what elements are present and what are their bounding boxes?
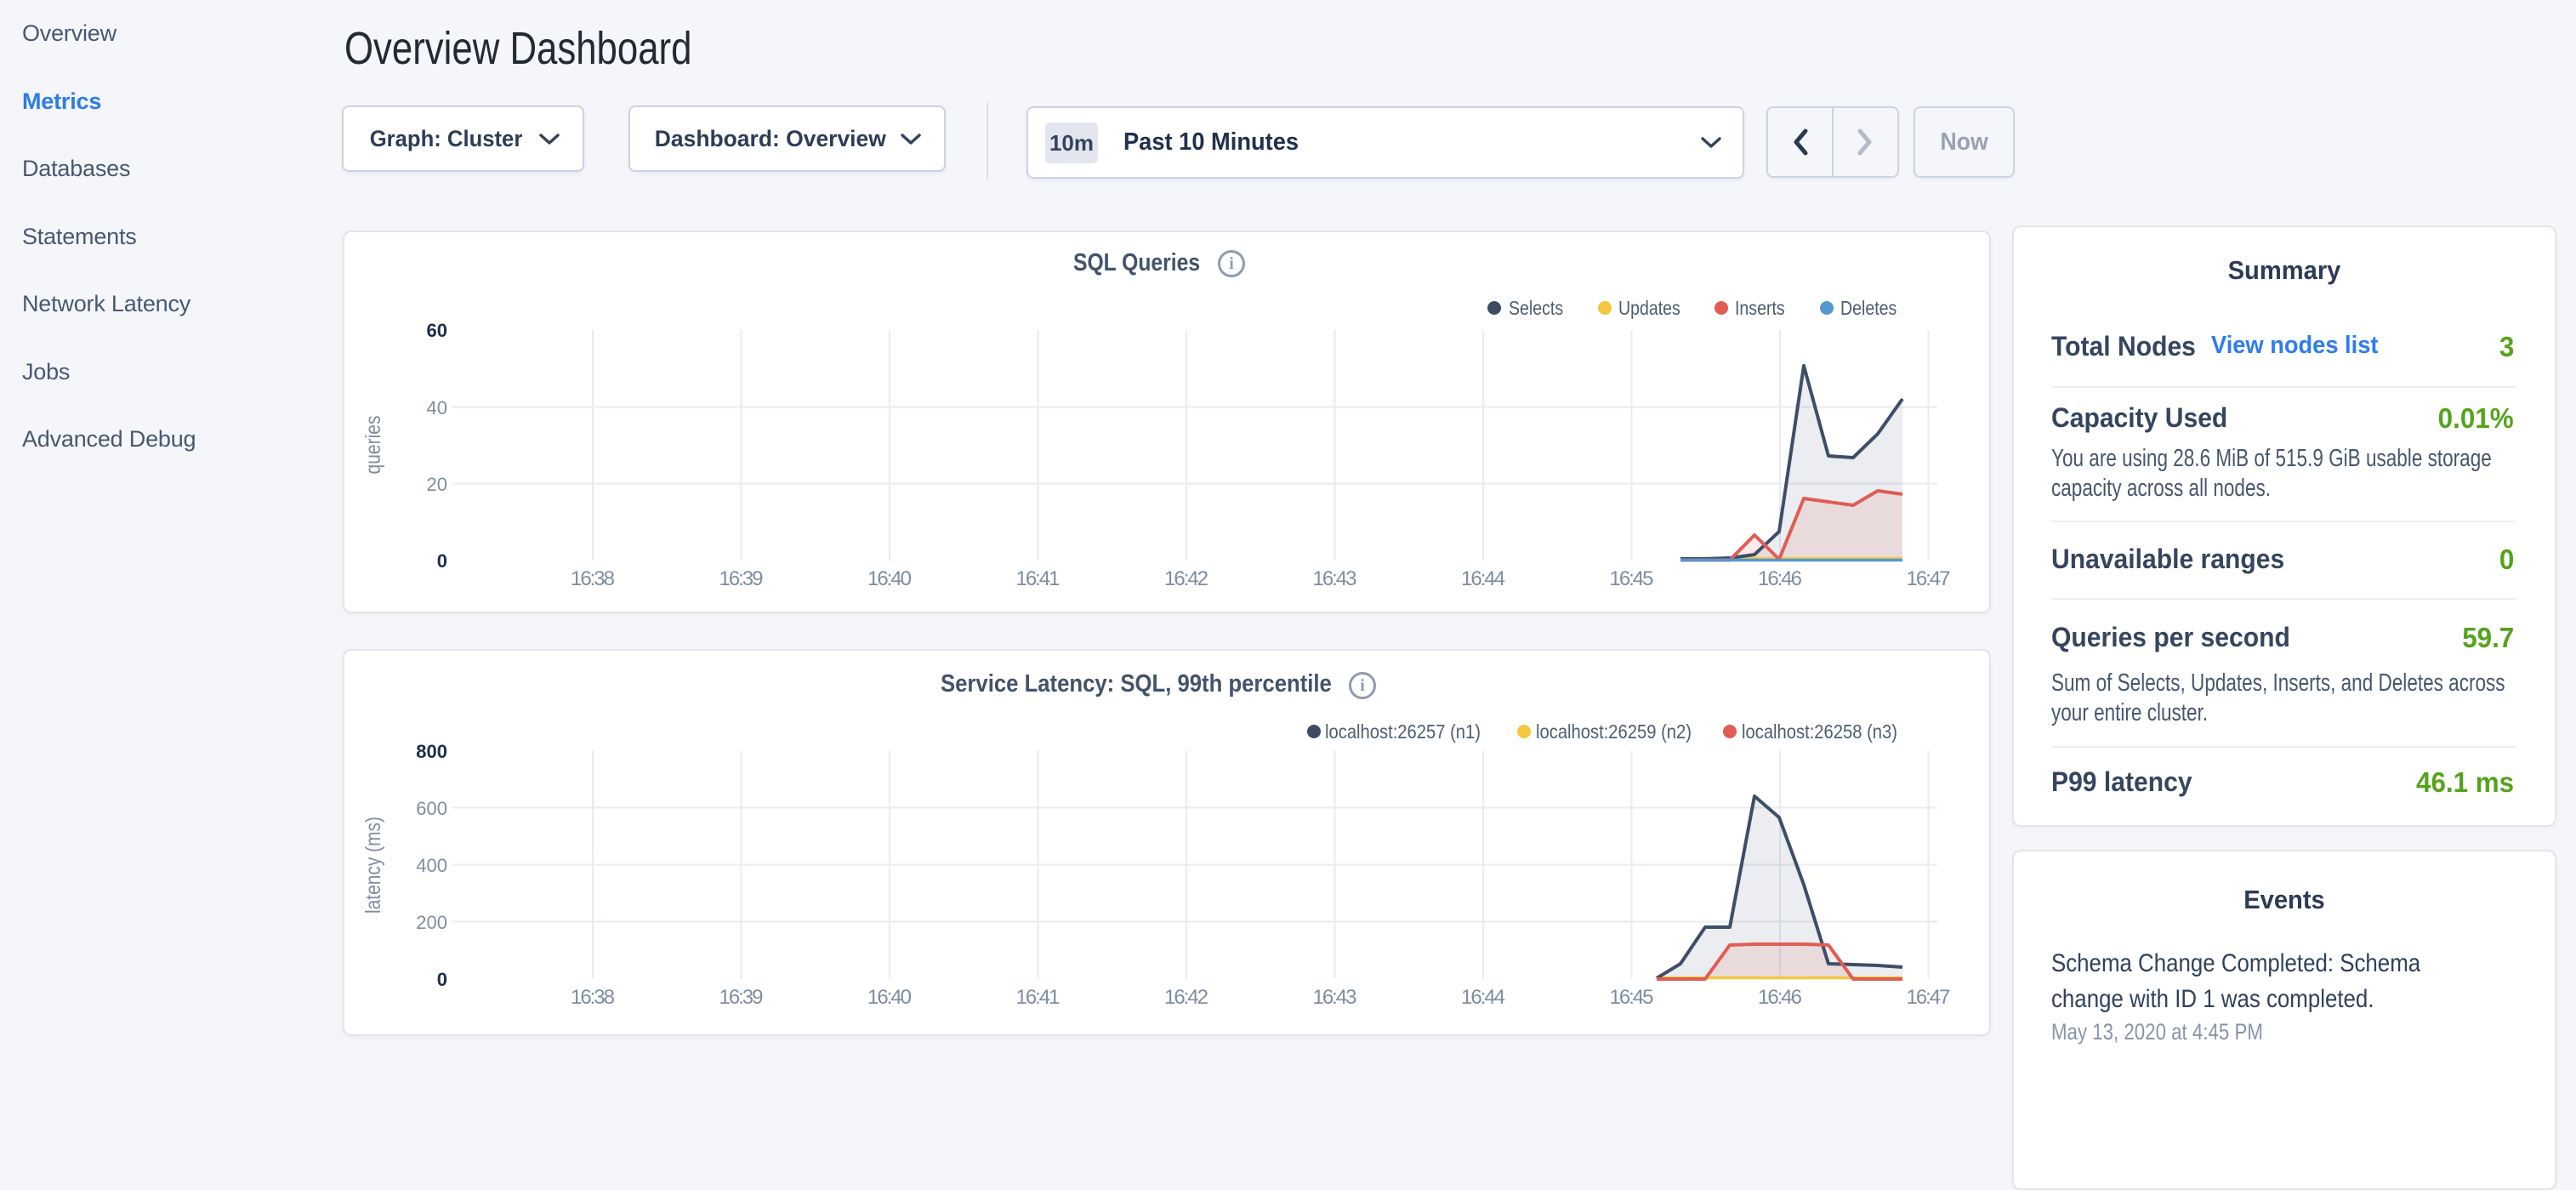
svg-text:400: 400 (416, 855, 447, 876)
svg-text:16:46: 16:46 (1758, 567, 1802, 590)
svg-text:20: 20 (427, 474, 447, 495)
svg-text:600: 600 (416, 798, 447, 819)
svg-text:16:44: 16:44 (1461, 567, 1505, 590)
svg-text:16:47: 16:47 (1907, 986, 1951, 1009)
svg-text:16:43: 16:43 (1313, 567, 1357, 590)
svg-text:16:39: 16:39 (719, 567, 764, 590)
svg-text:200: 200 (416, 912, 447, 933)
svg-text:16:40: 16:40 (867, 986, 912, 1009)
svg-text:16:41: 16:41 (1016, 567, 1061, 590)
svg-text:16:44: 16:44 (1461, 986, 1505, 1009)
svg-text:16:38: 16:38 (571, 567, 615, 590)
svg-text:16:42: 16:42 (1164, 567, 1208, 590)
svg-text:16:47: 16:47 (1907, 567, 1951, 590)
svg-text:16:45: 16:45 (1610, 986, 1654, 1009)
svg-text:queries: queries (361, 416, 385, 475)
svg-text:16:38: 16:38 (571, 986, 615, 1009)
svg-text:16:41: 16:41 (1016, 986, 1061, 1009)
svg-text:16:39: 16:39 (719, 986, 764, 1009)
svg-text:16:42: 16:42 (1164, 986, 1208, 1009)
svg-text:16:46: 16:46 (1758, 986, 1802, 1009)
svg-text:16:45: 16:45 (1610, 567, 1654, 590)
svg-text:16:40: 16:40 (867, 567, 912, 590)
svg-text:40: 40 (427, 397, 447, 418)
svg-text:60: 60 (427, 320, 447, 341)
svg-text:0: 0 (437, 550, 447, 572)
svg-text:0: 0 (437, 969, 447, 990)
svg-text:800: 800 (416, 741, 447, 762)
svg-text:16:43: 16:43 (1313, 986, 1357, 1009)
svg-text:latency (ms): latency (ms) (361, 817, 385, 914)
